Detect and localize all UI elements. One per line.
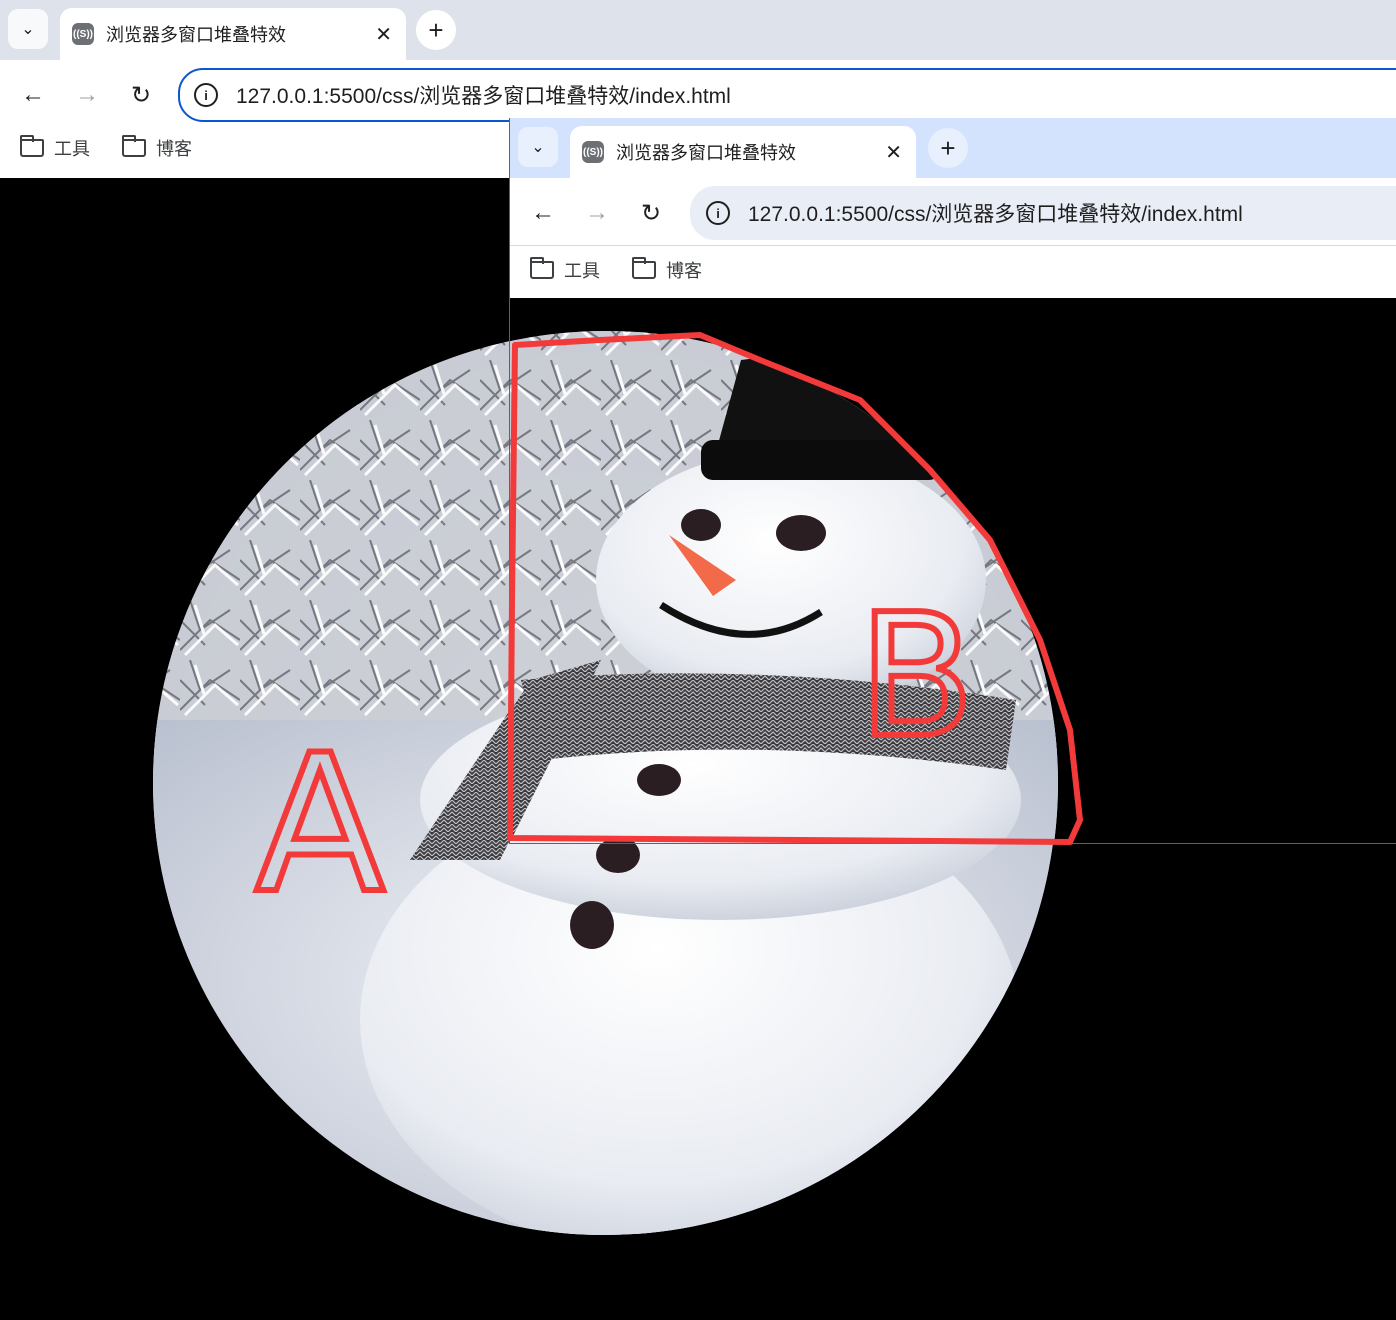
browser-window-b: ⌄ ((S)) 浏览器多窗口堆叠特效 ✕ + ← → ↻ i 127.0.0.1… xyxy=(509,118,1396,844)
snowman-scene-b xyxy=(510,331,1058,843)
